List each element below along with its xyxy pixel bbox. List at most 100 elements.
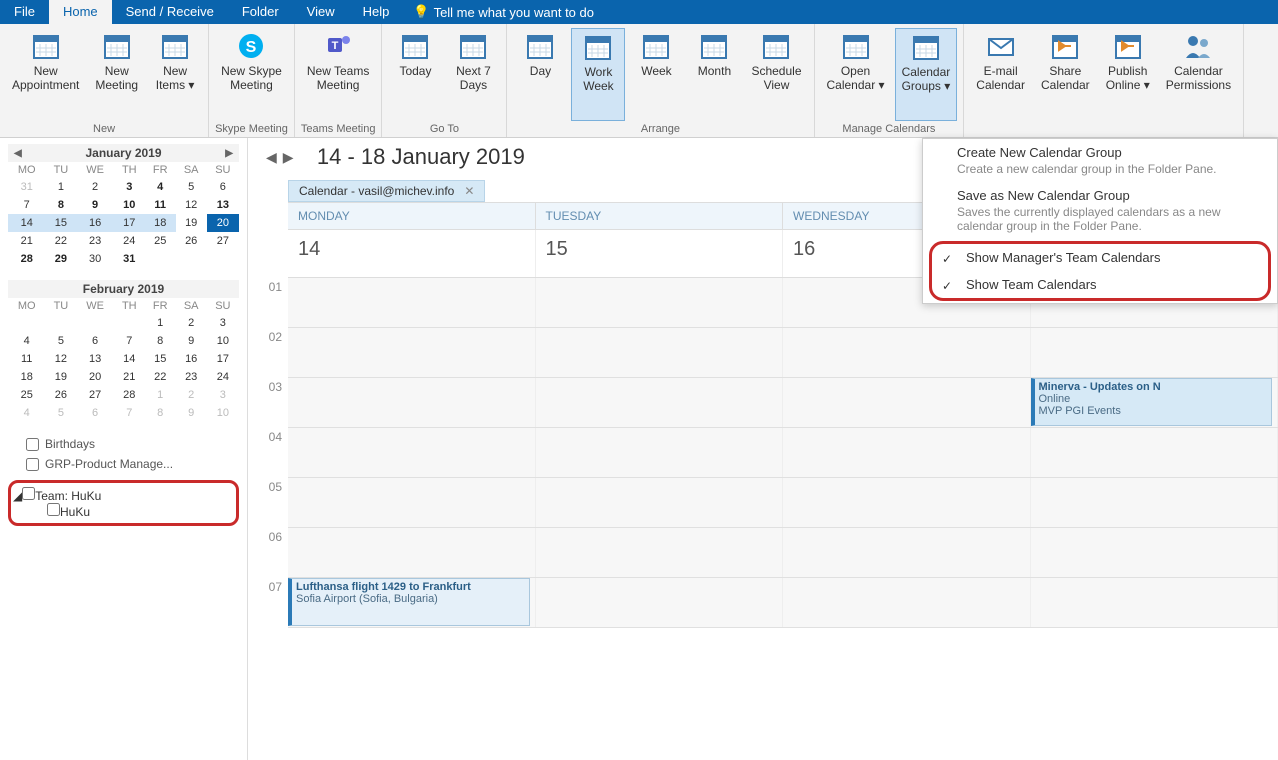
time-cell[interactable] — [288, 378, 536, 427]
time-cell[interactable] — [536, 428, 784, 477]
mini-calendar-day[interactable]: 14 — [114, 350, 145, 368]
mini-calendar-day[interactable]: 10 — [207, 404, 239, 422]
dropdown-item[interactable]: Create New Calendar Group Create a new c… — [923, 139, 1277, 182]
time-cell[interactable] — [288, 528, 536, 577]
menu-tab-folder[interactable]: Folder — [228, 0, 293, 24]
mini-calendar-day[interactable]: 15 — [145, 350, 176, 368]
mini-calendar-day[interactable]: 18 — [8, 368, 45, 386]
mini-calendar-day[interactable]: 11 — [8, 350, 45, 368]
mini-calendar-day[interactable]: 13 — [76, 350, 113, 368]
mini-calendar-day[interactable]: 22 — [45, 232, 76, 250]
mini-calendar-day[interactable]: 24 — [114, 232, 145, 250]
mini-calendar-day[interactable]: 5 — [45, 404, 76, 422]
mini-calendar-day[interactable]: 19 — [45, 368, 76, 386]
mini-calendar-day[interactable] — [8, 314, 45, 332]
mini-calendar-day[interactable] — [45, 314, 76, 332]
calendar-event[interactable]: Minerva - Updates on N Online MVP PGI Ev… — [1031, 378, 1273, 426]
time-cell[interactable] — [1031, 528, 1278, 577]
mini-calendar-day[interactable]: 21 — [8, 232, 45, 250]
mini-calendar-day[interactable]: 26 — [45, 386, 76, 404]
month-button[interactable]: Month — [687, 28, 741, 121]
time-cell[interactable] — [783, 478, 1031, 527]
mini-calendar-day[interactable]: 15 — [45, 214, 76, 232]
mini-calendar-day[interactable] — [176, 250, 207, 268]
close-tab-button[interactable]: ✕ — [464, 184, 474, 198]
mini-calendar-day[interactable]: 4 — [145, 178, 176, 196]
mini-calendar-day[interactable]: 29 — [45, 250, 76, 268]
time-cell[interactable] — [783, 328, 1031, 377]
mini-calendar-day[interactable]: 20 — [76, 368, 113, 386]
team-calendar-item[interactable]: HuKu — [13, 503, 234, 519]
tell-me-search[interactable]: 💡Tell me what you want to do — [403, 0, 604, 24]
time-cell[interactable] — [536, 278, 784, 327]
mini-calendar-day[interactable]: 6 — [76, 404, 113, 422]
menu-tab-home[interactable]: Home — [49, 0, 112, 24]
calendar-list-item[interactable]: GRP-Product Manage... — [8, 454, 239, 474]
mini-calendar-day[interactable]: 31 — [114, 250, 145, 268]
time-cell[interactable] — [536, 478, 784, 527]
time-cell[interactable] — [536, 528, 784, 577]
today-button[interactable]: Today — [388, 28, 442, 121]
mini-calendar-day[interactable]: 16 — [76, 214, 113, 232]
menu-tab-file[interactable]: File — [0, 0, 49, 24]
share-calendar-button[interactable]: ShareCalendar — [1035, 28, 1096, 133]
work-week-button[interactable]: WorkWeek — [571, 28, 625, 121]
next-7-days-button[interactable]: Next 7Days — [446, 28, 500, 121]
day-button[interactable]: Day — [513, 28, 567, 121]
mini-calendar-day[interactable]: 25 — [145, 232, 176, 250]
mini-calendar-day[interactable]: 3 — [207, 386, 239, 404]
team-calendar-checkbox[interactable] — [47, 503, 60, 516]
mini-calendar-day[interactable]: 17 — [114, 214, 145, 232]
dropdown-item[interactable]: Save as New Calendar Group Saves the cur… — [923, 182, 1277, 239]
mini-calendar-day[interactable]: 6 — [207, 178, 239, 196]
calendar-checkbox[interactable] — [26, 458, 39, 471]
time-cell[interactable] — [1031, 578, 1278, 627]
publish-online-button[interactable]: PublishOnline ▾ — [1100, 28, 1156, 133]
time-cell[interactable] — [288, 278, 536, 327]
mini-calendar-day[interactable]: 5 — [176, 178, 207, 196]
mini-calendar-day[interactable]: 21 — [114, 368, 145, 386]
team-group-checkbox[interactable] — [22, 487, 35, 500]
mini-calendar-day[interactable]: 4 — [8, 332, 45, 350]
mini-calendar-day[interactable]: 22 — [145, 368, 176, 386]
mini-calendar-day[interactable]: 30 — [76, 250, 113, 268]
time-cell[interactable] — [288, 478, 536, 527]
time-cell[interactable] — [1031, 478, 1278, 527]
new-skype-meeting-button[interactable]: S New SkypeMeeting — [215, 28, 288, 121]
time-cell[interactable] — [783, 528, 1031, 577]
mini-calendar-day[interactable]: 23 — [176, 368, 207, 386]
new-teams-meeting-button[interactable]: T New TeamsMeeting — [301, 28, 375, 121]
next-month-button[interactable]: ▶ — [221, 148, 237, 159]
mini-calendar-day[interactable]: 7 — [114, 332, 145, 350]
mini-calendar-day[interactable]: 12 — [176, 196, 207, 214]
time-cell[interactable] — [1031, 328, 1278, 377]
new-items-button[interactable]: NewItems ▾ — [148, 28, 202, 121]
menu-tab-send-receive[interactable]: Send / Receive — [112, 0, 228, 24]
time-cell[interactable] — [783, 428, 1031, 477]
time-cell[interactable] — [536, 328, 784, 377]
menu-tab-view[interactable]: View — [293, 0, 349, 24]
mini-calendar-day[interactable]: 8 — [145, 332, 176, 350]
mini-calendar-day[interactable]: 1 — [45, 178, 76, 196]
schedule-view-button[interactable]: ScheduleView — [745, 28, 807, 121]
new-meeting-button[interactable]: NewMeeting — [89, 28, 144, 121]
email-calendar-button[interactable]: E-mailCalendar — [970, 28, 1031, 133]
mini-calendar-day[interactable]: 23 — [76, 232, 113, 250]
next-week-button[interactable]: ▶ — [283, 149, 294, 166]
mini-calendar-day[interactable]: 18 — [145, 214, 176, 232]
mini-calendar-day[interactable]: 2 — [176, 314, 207, 332]
mini-calendar-day[interactable]: 26 — [176, 232, 207, 250]
mini-calendar-day[interactable]: 24 — [207, 368, 239, 386]
time-cell[interactable] — [783, 578, 1031, 627]
mini-calendar-day[interactable]: 5 — [45, 332, 76, 350]
calendar-tab[interactable]: Calendar - vasil@michev.info✕ — [288, 180, 485, 202]
calendar-list-item[interactable]: Birthdays — [8, 434, 239, 454]
mini-calendar-day[interactable]: 27 — [76, 386, 113, 404]
day-number[interactable]: 14 — [288, 230, 536, 277]
prev-week-button[interactable]: ◀ — [266, 149, 277, 166]
mini-calendar-day[interactable]: 8 — [45, 196, 76, 214]
mini-calendar-day[interactable]: 20 — [207, 214, 239, 232]
mini-calendar-day[interactable]: 13 — [207, 196, 239, 214]
mini-calendar-day[interactable]: 9 — [76, 196, 113, 214]
mini-calendar-day[interactable]: 2 — [76, 178, 113, 196]
